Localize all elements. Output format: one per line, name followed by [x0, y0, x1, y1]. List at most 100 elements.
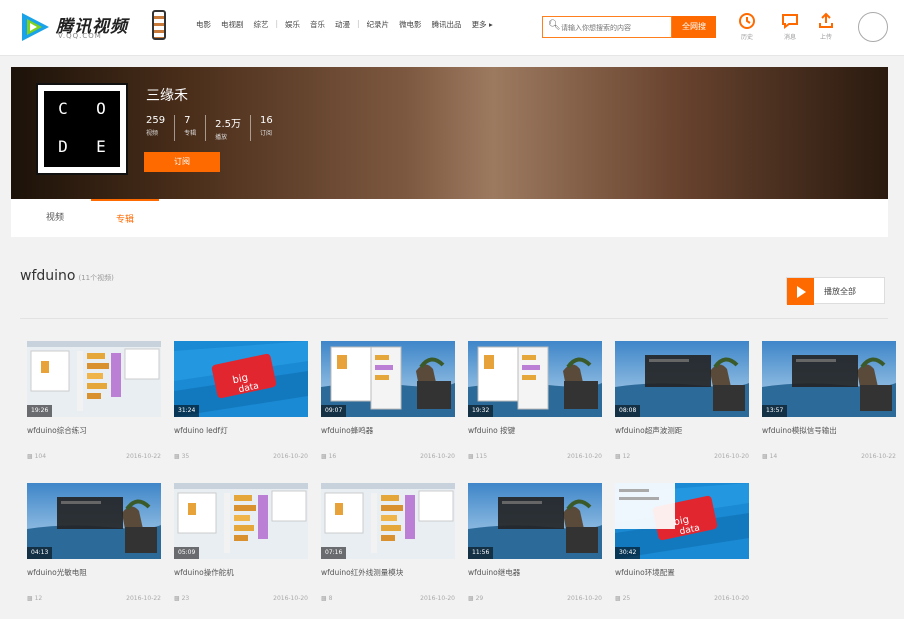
video-title[interactable]: wfduino光敏电阻 — [27, 567, 87, 578]
video-thumbnail[interactable]: 09:07 — [321, 341, 455, 417]
video-title[interactable]: wfduino环境配置 — [615, 567, 675, 578]
tab-albums[interactable]: 专辑 — [91, 199, 159, 237]
play-count-icon: ▩ — [27, 453, 35, 460]
video-card[interactable]: 19:26 wfduino综合练习 ▩ 104 2016-10-22 — [27, 341, 161, 469]
video-card[interactable]: 13:57 wfduino模拟信号输出 ▩ 14 2016-10-22 — [762, 341, 896, 469]
video-thumbnail[interactable]: 05:09 — [174, 483, 308, 559]
video-meta: ▩ 8 2016-10-20 — [321, 595, 455, 602]
nav-more[interactable]: 更多 ▸ — [469, 19, 496, 30]
video-card[interactable]: 04:13 wfduino光敏电阻 ▩ 12 2016-10-22 — [27, 483, 161, 611]
video-meta: ▩ 104 2016-10-22 — [27, 453, 161, 460]
messages-button[interactable]: 消息 — [779, 12, 801, 41]
upload-button[interactable]: 上传 — [815, 12, 837, 41]
logo-letter: C — [58, 99, 68, 118]
search-button[interactable]: 全网搜 — [672, 16, 716, 38]
video-meta: ▩ 12 2016-10-22 — [27, 595, 161, 602]
video-thumbnail[interactable]: 04:13 — [27, 483, 161, 559]
nav-item[interactable]: 音乐 — [307, 19, 328, 30]
video-card[interactable]: 09:07 wfduino蜂鸣器 ▩ 16 2016-10-20 — [321, 341, 455, 469]
search-box: 🔍︎ — [542, 16, 672, 38]
play-all-label: 播放全部 — [824, 287, 856, 296]
album-name: wfduino — [20, 268, 76, 284]
video-card[interactable]: 07:16 wfduino红外线测量模块 ▩ 8 2016-10-20 — [321, 483, 455, 611]
play-count-icon: ▩ — [468, 453, 476, 460]
video-card[interactable]: big data 31:24 wfduino ledf灯 ▩ 35 2016-10-20 — [174, 341, 308, 469]
video-thumbnail[interactable]: 08:08 — [615, 341, 749, 417]
video-duration: 19:26 — [27, 405, 53, 417]
tab-videos[interactable]: 视频 — [21, 199, 89, 237]
video-date: 2016-10-20 — [567, 595, 602, 602]
nav-item[interactable]: 纪录片 — [364, 19, 393, 30]
video-thumbnail[interactable]: 13:57 — [762, 341, 896, 417]
video-meta: ▩ 29 2016-10-20 — [468, 595, 602, 602]
video-plays: 25 — [622, 595, 631, 602]
video-meta: ▩ 23 2016-10-20 — [174, 595, 308, 602]
video-card[interactable]: 05:09 wfduino操作舵机 ▩ 23 2016-10-20 — [174, 483, 308, 611]
play-count-icon: ▩ — [321, 453, 329, 460]
video-meta: ▩ 12 2016-10-20 — [615, 453, 749, 460]
video-date: 2016-10-20 — [273, 453, 308, 460]
video-title[interactable]: wfduino操作舵机 — [174, 567, 234, 578]
nav-item[interactable]: 电视剧 — [218, 19, 247, 30]
stat-albums[interactable]: 7 专辑 — [174, 115, 205, 141]
video-title[interactable]: wfduino综合练习 — [27, 425, 87, 436]
video-duration: 07:16 — [321, 547, 347, 559]
video-title[interactable]: wfduino红外线测量模块 — [321, 567, 403, 578]
nav-item[interactable]: 综艺 — [251, 19, 272, 30]
history-button[interactable]: 历史 — [736, 12, 758, 41]
video-title[interactable]: wfduino 按键 — [468, 425, 515, 436]
stat-plays: 2.5万 播放 — [205, 115, 250, 141]
video-card[interactable]: 11:56 wfduino继电器 ▩ 29 2016-10-20 — [468, 483, 602, 611]
stat-number: 16 — [260, 115, 273, 126]
video-duration: 04:13 — [27, 547, 53, 559]
nav-item[interactable]: 电影 — [193, 19, 214, 30]
top-bar: 腾讯视频 V.QQ.COM 电影 电视剧 综艺 | 娱乐 音乐 动漫 | 纪录片… — [0, 0, 904, 56]
film-strip-icon[interactable] — [152, 10, 166, 40]
nav-separator: | — [275, 19, 279, 28]
video-thumbnail[interactable]: 19:32 — [468, 341, 602, 417]
video-thumbnail[interactable]: 19:26 — [27, 341, 161, 417]
play-all-button[interactable]: 播放全部 — [786, 277, 885, 305]
play-count-icon: ▩ — [321, 595, 329, 602]
nav-item[interactable]: 微电影 — [396, 19, 425, 30]
tencent-video-logo[interactable]: 腾讯视频 V.QQ.COM — [18, 10, 138, 44]
play-count-icon: ▩ — [27, 595, 35, 602]
video-title[interactable]: wfduino继电器 — [468, 567, 520, 578]
video-duration: 09:07 — [321, 405, 347, 417]
video-title[interactable]: wfduino蜂鸣器 — [321, 425, 373, 436]
video-duration: 13:57 — [762, 405, 788, 417]
search-input[interactable] — [561, 21, 669, 35]
video-plays: 29 — [475, 595, 484, 602]
brand-sub: V.QQ.COM — [58, 32, 102, 40]
video-plays: 115 — [475, 453, 488, 460]
video-card[interactable]: 08:08 wfduino超声波测距 ▩ 12 2016-10-20 — [615, 341, 749, 469]
video-meta: ▩ 35 2016-10-20 — [174, 453, 308, 460]
search-icon: 🔍︎ — [548, 20, 561, 31]
video-title[interactable]: wfduino超声波测距 — [615, 425, 682, 436]
message-icon — [782, 14, 798, 29]
album-count: (11个视频) — [78, 274, 114, 282]
channel-avatar[interactable]: C O D E — [36, 83, 128, 175]
play-count-icon: ▩ — [615, 453, 623, 460]
stat-number: 259 — [146, 115, 166, 126]
video-title[interactable]: wfduino ledf灯 — [174, 425, 228, 436]
video-thumbnail[interactable]: big data 30:42 — [615, 483, 749, 559]
stat-videos[interactable]: 259 视频 — [146, 115, 174, 141]
subscribe-button[interactable]: 订阅 — [144, 152, 220, 172]
video-title[interactable]: wfduino模拟信号输出 — [762, 425, 837, 436]
stat-number: 7 — [184, 115, 191, 126]
video-thumbnail[interactable]: big data 31:24 — [174, 341, 308, 417]
nav-item[interactable]: 动漫 — [332, 19, 353, 30]
video-thumbnail[interactable]: 07:16 — [321, 483, 455, 559]
video-duration: 30:42 — [615, 547, 641, 559]
video-date: 2016-10-20 — [420, 595, 455, 602]
user-avatar[interactable] — [858, 12, 888, 42]
video-card[interactable]: 19:32 wfduino 按键 ▩ 115 2016-10-20 — [468, 341, 602, 469]
nav-item[interactable]: 娱乐 — [282, 19, 303, 30]
video-card[interactable]: big data 30:42 wfduino环境配置 ▩ 25 2016-10-20 — [615, 483, 749, 611]
video-date: 2016-10-20 — [420, 453, 455, 460]
video-meta: ▩ 14 2016-10-22 — [762, 453, 896, 460]
video-thumbnail[interactable]: 11:56 — [468, 483, 602, 559]
nav-item[interactable]: 腾讯出品 — [429, 19, 465, 30]
play-count-icon: ▩ — [615, 595, 623, 602]
